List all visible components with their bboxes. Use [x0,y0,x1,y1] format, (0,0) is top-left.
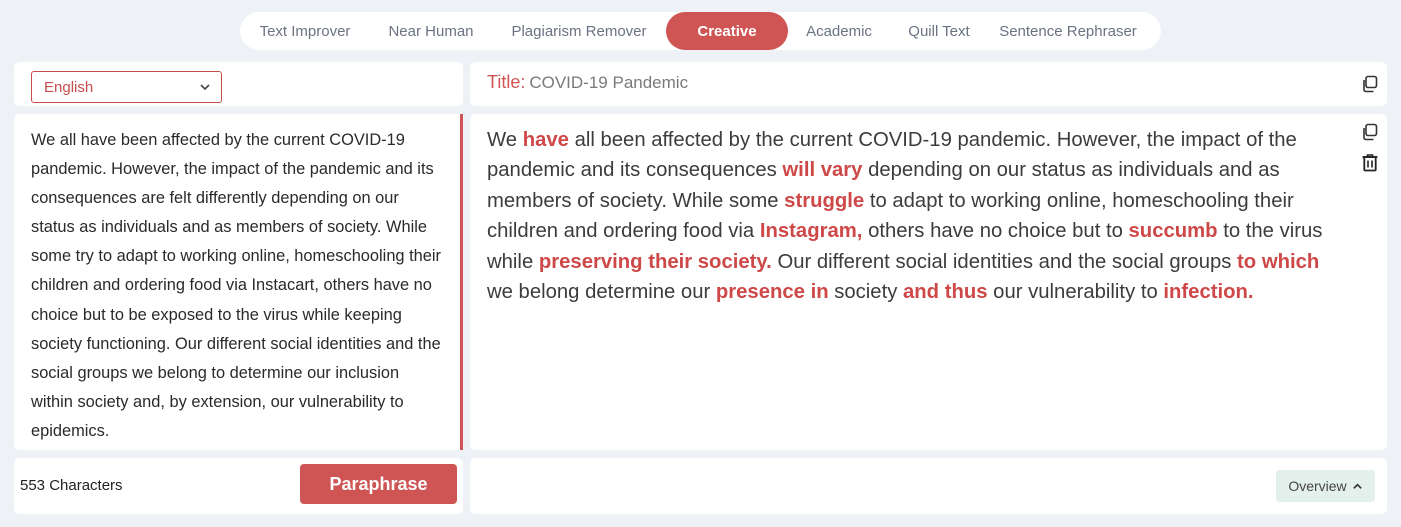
tab-plagiarism-remover[interactable]: Plagiarism Remover [492,12,666,50]
title-label: Title: [487,72,526,92]
tab-sentence-rephraser[interactable]: Sentence Rephraser [988,12,1148,50]
character-count: 553 Characters [20,477,123,494]
output-text: We have all been affected by the current… [487,125,1347,307]
title-row: Title: COVID-19 Pandemic [487,72,688,93]
tab-text-improver[interactable]: Text Improver [240,12,370,50]
output-segment: society [828,281,904,304]
mode-tabs: Text Improver Near Human Plagiarism Remo… [240,12,1161,50]
title-value[interactable]: COVID-19 Pandemic [529,73,688,93]
input-textarea[interactable]: We all have been affected by the current… [31,126,443,446]
overview-label: Overview [1288,478,1347,494]
output-segment: others have no choice but to [862,220,1129,243]
trash-icon[interactable] [1359,151,1381,173]
overview-button[interactable]: Overview [1276,470,1375,502]
rephrased-word[interactable]: will vary [782,159,862,181]
output-segment: we belong determine our [487,281,716,304]
title-panel: Title: COVID-19 Pandemic [470,62,1387,106]
input-footer: 553 Characters Paraphrase [14,458,463,514]
output-segment: We [487,129,523,151]
rephrased-word[interactable]: infection. [1163,281,1253,303]
rephrased-word[interactable]: Instagram, [760,220,863,242]
language-select[interactable]: English [31,71,222,103]
output-panel: We have all been affected by the current… [470,114,1387,450]
tab-quill-text[interactable]: Quill Text [890,12,988,50]
rephrased-word[interactable]: presence in [716,281,829,303]
rephrased-word[interactable]: struggle [784,190,864,212]
tab-near-human[interactable]: Near Human [370,12,492,50]
rephrased-word[interactable]: succumb [1129,220,1218,242]
rephrased-word[interactable]: have [523,129,569,151]
rephrased-word[interactable]: and thus [903,281,988,303]
copy-icon[interactable] [1359,121,1381,143]
language-panel: English [14,62,463,106]
rephrased-word[interactable]: to which [1237,251,1319,273]
language-selected-label: English [44,78,94,96]
chevron-up-icon [1352,482,1362,489]
tab-academic[interactable]: Academic [788,12,890,50]
tab-creative[interactable]: Creative [666,12,788,50]
output-segment: our vulnerability to [987,281,1164,304]
chevron-down-icon [200,84,210,91]
output-segment: Our different social identities and the … [771,250,1238,273]
output-footer: Overview [470,458,1387,514]
paraphrase-button[interactable]: Paraphrase [300,464,457,504]
copy-icon[interactable] [1359,73,1381,95]
input-panel: We all have been affected by the current… [14,114,463,450]
rephrased-word[interactable]: preserving their society. [539,251,772,273]
